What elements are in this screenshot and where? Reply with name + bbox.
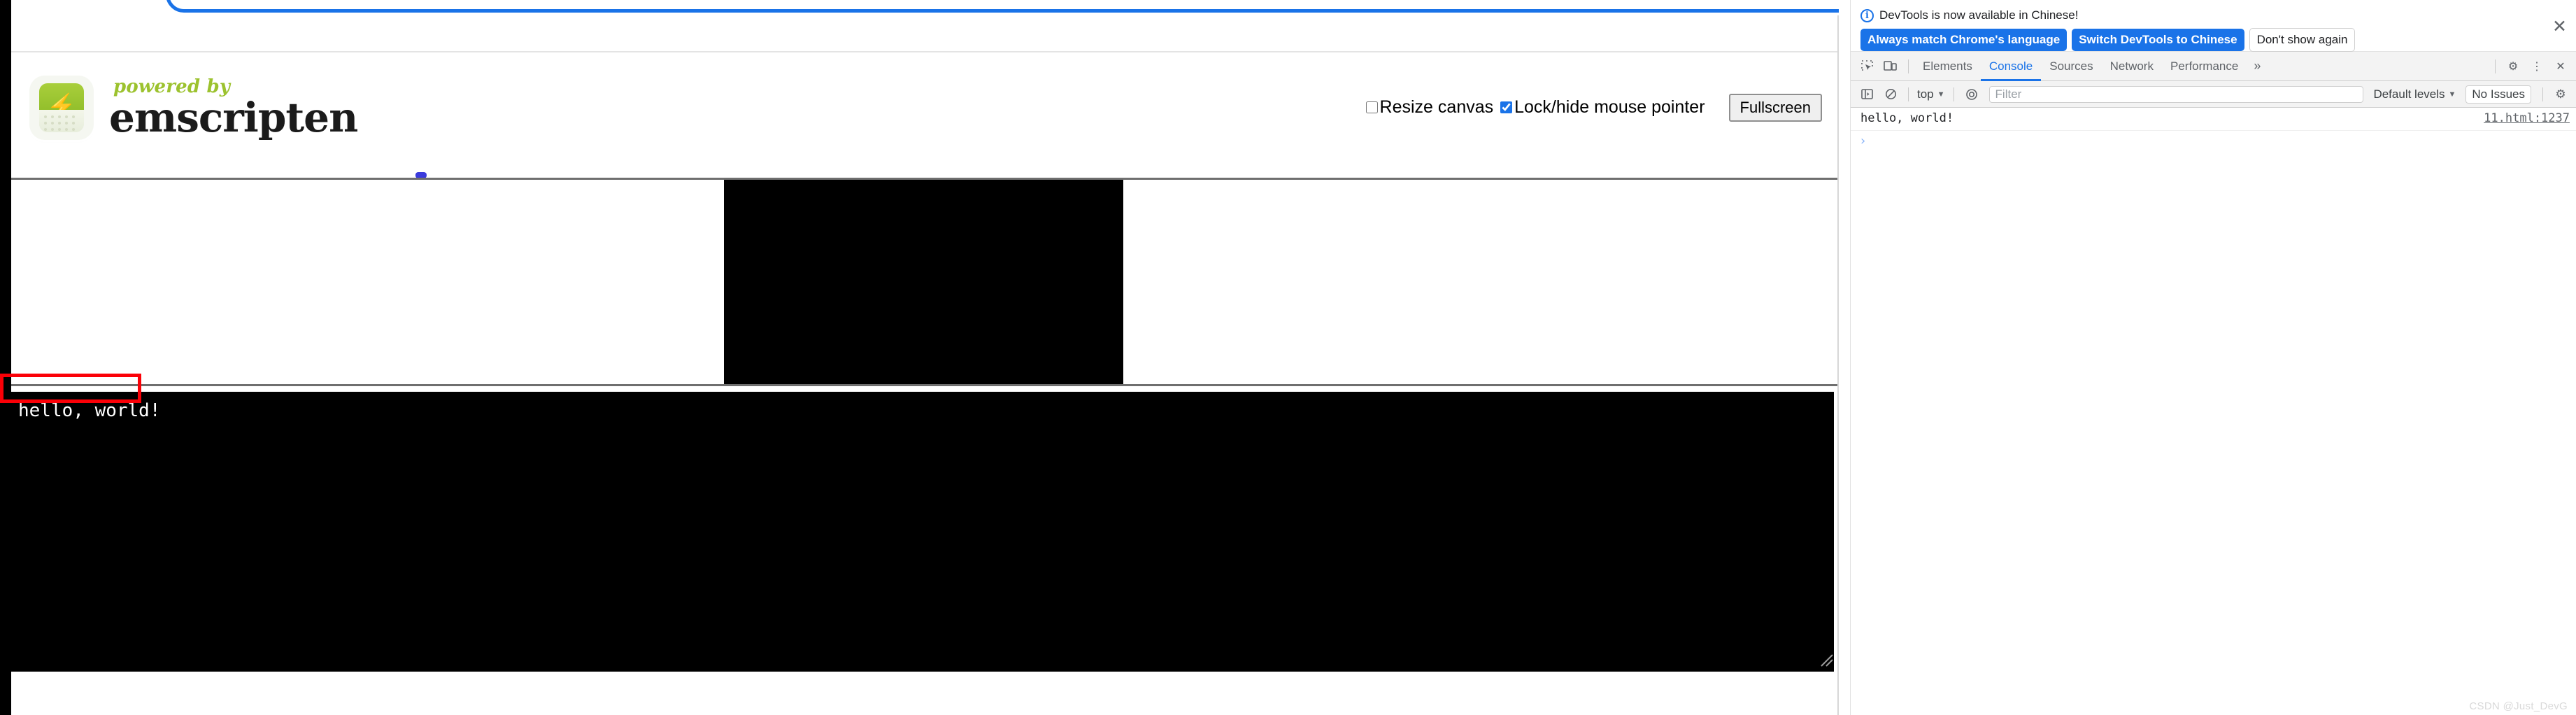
tab-console[interactable]: Console bbox=[1981, 52, 2041, 81]
fullscreen-button[interactable]: Fullscreen bbox=[1728, 93, 1822, 122]
close-devtools-icon[interactable]: ✕ bbox=[2550, 56, 2571, 77]
devtools-banner-message: DevTools is now available in Chinese! bbox=[1879, 8, 2079, 22]
csdn-watermark: CSDN @Just_DevG bbox=[2469, 700, 2568, 712]
viewport-devtools-gap bbox=[1839, 0, 1850, 715]
console-message-row[interactable]: hello, world! 11.html:1237 bbox=[1851, 108, 2576, 131]
emscripten-controls: Resize canvas Lock/hide mouse pointer Fu… bbox=[1359, 93, 1822, 122]
always-match-language-button[interactable]: Always match Chrome's language bbox=[1860, 29, 2068, 51]
devtools-tab-bar: Elements Console Sources Network Perform… bbox=[1851, 52, 2576, 81]
screen-left-gutter bbox=[0, 0, 11, 715]
tabbar-divider-right bbox=[2495, 59, 2496, 73]
resize-canvas-label[interactable]: Resize canvas bbox=[1380, 97, 1494, 118]
emscripten-wordmark: powered by emscripten bbox=[109, 76, 358, 141]
console-sidebar-icon[interactable] bbox=[1856, 84, 1877, 105]
console-input-prompt[interactable]: › bbox=[1851, 131, 2576, 151]
inspect-element-icon[interactable] bbox=[1856, 56, 1877, 77]
canvas-bottom-border bbox=[11, 384, 1837, 386]
tab-sources[interactable]: Sources bbox=[2041, 52, 2101, 81]
chevron-double-right-icon[interactable]: » bbox=[2247, 59, 2268, 73]
close-icon[interactable]: ✕ bbox=[2552, 18, 2567, 36]
tabbar-divider bbox=[1908, 59, 1909, 73]
execution-context-selector[interactable]: top ▼ bbox=[1914, 87, 1948, 101]
tab-network[interactable]: Network bbox=[2102, 52, 2162, 81]
console-filter-input[interactable] bbox=[1988, 85, 2364, 103]
resize-canvas-checkbox[interactable] bbox=[1365, 101, 1378, 113]
resize-canvas-control[interactable]: Resize canvas bbox=[1365, 97, 1494, 118]
console-message-source-link[interactable]: 11.html:1237 bbox=[2484, 111, 2570, 125]
execution-context-label: top bbox=[1917, 87, 1934, 101]
emscripten-header: ⚡ powered by emscripten Resize canvas Lo… bbox=[11, 52, 1837, 162]
console-toolbar: top ▼ Default levels ▼ No Issues ⚙ bbox=[1851, 81, 2576, 108]
kebab-menu-icon[interactable]: ⋮ bbox=[2526, 56, 2547, 77]
dont-show-again-button[interactable]: Don't show again bbox=[2249, 28, 2356, 52]
console-log-levels-selector[interactable]: Default levels ▼ bbox=[2369, 87, 2460, 101]
clear-console-icon[interactable] bbox=[1880, 84, 1901, 105]
prompt-caret-icon: › bbox=[1859, 134, 1867, 148]
chevron-down-icon: ▼ bbox=[1937, 90, 1945, 99]
console-toolbar-divider-3 bbox=[2542, 87, 2543, 101]
lock-pointer-checkbox[interactable] bbox=[1500, 101, 1513, 113]
emscripten-logo: ⚡ powered by emscripten bbox=[29, 75, 358, 141]
tab-elements[interactable]: Elements bbox=[1914, 52, 1981, 81]
console-log-levels-label: Default levels bbox=[2373, 87, 2445, 101]
console-message-text: hello, world! bbox=[1860, 111, 1954, 125]
gear-icon[interactable]: ⚙ bbox=[2503, 56, 2524, 77]
info-icon: i bbox=[1860, 8, 1874, 22]
console-message-list: hello, world! 11.html:1237 › bbox=[1851, 108, 2576, 151]
devtools-panel: i DevTools is now available in Chinese! … bbox=[1850, 0, 2576, 715]
emscripten-logo-icon: ⚡ bbox=[29, 75, 94, 140]
chevron-down-icon-levels: ▼ bbox=[2448, 90, 2456, 99]
emscripten-product-name: emscripten bbox=[109, 93, 358, 141]
devtools-banner-actions: Always match Chrome's language Switch De… bbox=[1860, 28, 2567, 52]
powered-by-text: powered by bbox=[113, 76, 231, 97]
program-output-textarea[interactable] bbox=[11, 392, 1834, 672]
live-expression-eye-icon[interactable] bbox=[1961, 84, 1982, 105]
device-toolbar-icon[interactable] bbox=[1880, 56, 1901, 77]
lock-pointer-label[interactable]: Lock/hide mouse pointer bbox=[1514, 97, 1705, 118]
devtools-banner-message-row: i DevTools is now available in Chinese! bbox=[1860, 8, 2567, 22]
issues-status-badge[interactable]: No Issues bbox=[2465, 85, 2531, 104]
webgl-canvas[interactable] bbox=[724, 180, 1123, 384]
console-toolbar-divider bbox=[1908, 87, 1909, 101]
console-settings-gear-icon[interactable]: ⚙ bbox=[2550, 84, 2571, 105]
page-viewport: ⚡ powered by emscripten Resize canvas Lo… bbox=[11, 15, 1837, 715]
devtools-tabbar-right-actions: ⚙ ⋮ ✕ bbox=[2489, 56, 2573, 77]
devtools-language-banner: i DevTools is now available in Chinese! … bbox=[1851, 0, 2576, 52]
switch-devtools-language-button[interactable]: Switch DevTools to Chinese bbox=[2072, 29, 2244, 51]
tab-performance[interactable]: Performance bbox=[2162, 52, 2247, 81]
lock-pointer-control[interactable]: Lock/hide mouse pointer bbox=[1500, 97, 1705, 118]
